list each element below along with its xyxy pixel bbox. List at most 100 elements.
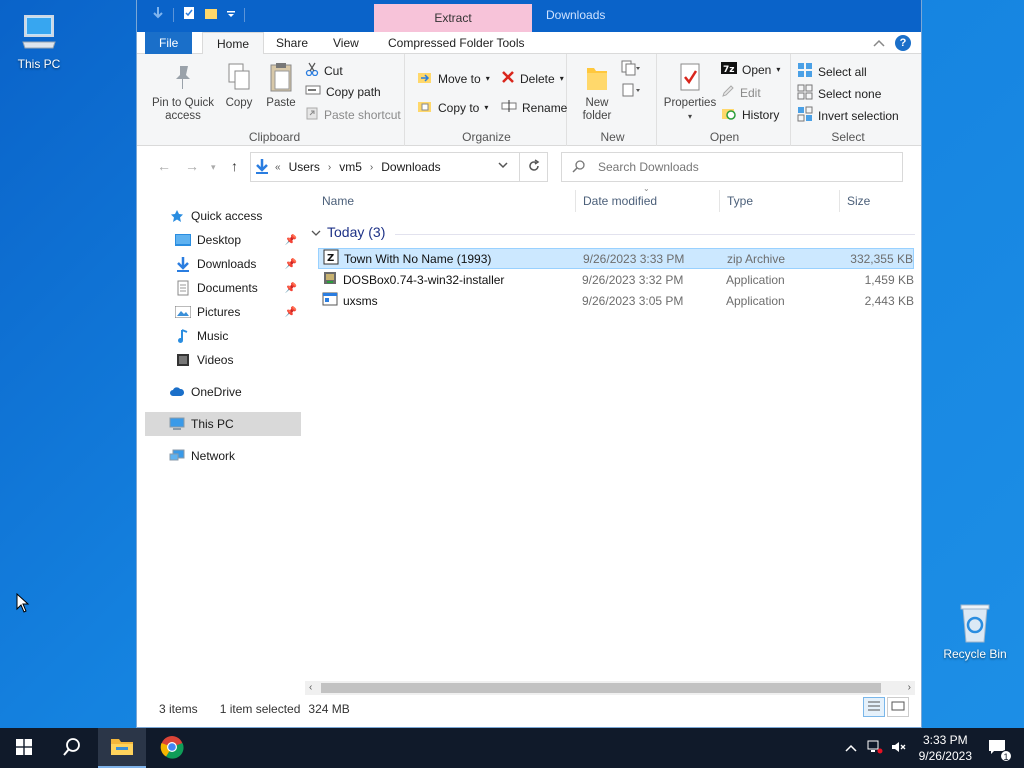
address-bar[interactable]: « Users › vm5 › Downloads [250,152,548,182]
easy-access-button[interactable] [621,82,641,101]
nav-documents[interactable]: Documents 📌 [137,276,305,300]
copy-button[interactable]: Copy [219,60,259,110]
column-header-size[interactable]: Size [847,194,870,208]
pin-icon[interactable]: 📌 [285,307,297,318]
breadcrumb-vm5[interactable]: vm5 [339,160,362,174]
horizontal-scrollbar[interactable]: ‹ › [305,681,915,695]
desktop-icon-label: This PC [17,57,61,71]
desktop-icon-this-pc[interactable]: This PC [4,10,74,71]
rename-button[interactable]: Rename [501,99,567,116]
move-to-button[interactable]: Move to ▾ [417,70,490,87]
nav-quick-access[interactable]: Quick access [137,204,305,228]
desktop-icon-label: Recycle Bin [943,647,1007,661]
invert-selection-button[interactable]: Invert selection [797,106,899,125]
qat-dropdown-icon[interactable] [226,8,236,22]
tab-home[interactable]: Home [202,32,265,55]
nav-pictures[interactable]: Pictures 📌 [137,300,305,324]
taskbar-file-explorer[interactable] [98,728,146,768]
breadcrumb-users[interactable]: Users [289,160,320,174]
tab-file[interactable]: File [145,32,193,54]
delete-button[interactable]: Delete ▾ [501,70,564,87]
search-input[interactable]: Search Downloads [598,160,699,174]
desktop-icon-recycle-bin[interactable]: Recycle Bin [940,600,1010,661]
clock-time: 3:33 PM [922,733,968,747]
nav-onedrive[interactable]: OneDrive [137,380,305,404]
properties-icon [661,60,719,94]
recent-locations-icon[interactable]: ▾ [211,162,216,173]
rename-icon [501,99,517,116]
tab-view[interactable]: View [319,32,373,54]
column-header-name[interactable]: Name [322,194,354,208]
open-group-label: Open [709,130,740,144]
nav-this-pc[interactable]: This PC [145,412,301,436]
nav-downloads[interactable]: Downloads 📌 [137,252,305,276]
column-header-type[interactable]: Type [727,194,753,208]
properties-button[interactable]: Properties ▾ [661,60,719,123]
file-row-town-with-no-name[interactable]: Z Town With No Name (1993) 9/26/2023 3:3… [318,248,914,269]
tab-extract[interactable]: Extract [374,4,532,32]
copy-to-button[interactable]: Copy to ▾ [417,99,488,116]
new-folder-button[interactable]: New folder [575,60,619,123]
help-icon[interactable]: ? [895,35,911,51]
tab-compressed-folder-tools[interactable]: Compressed Folder Tools [374,32,539,54]
new-item-button[interactable] [621,60,641,79]
properties-qat-icon[interactable] [182,6,196,23]
file-row-uxsms[interactable]: uxsms 9/26/2023 3:05 PM Application 2,44… [318,290,914,311]
edit-button[interactable]: Edit [721,84,761,101]
forward-arrow-icon[interactable]: → [185,158,199,174]
copy-path-button[interactable]: Copy path [305,84,381,99]
group-header-today[interactable]: Today (3) [311,224,385,240]
refresh-button[interactable] [519,152,548,182]
network-status-icon[interactable] [867,740,883,757]
clock-date: 9/26/2023 [918,749,972,763]
copy-icon [219,60,259,94]
volume-muted-icon[interactable] [891,740,907,757]
status-bar: 3 items 1 item selected 324 MB [137,700,921,718]
search-box[interactable]: Search Downloads [561,152,903,182]
history-button[interactable]: History [721,106,779,123]
collapse-ribbon-icon[interactable] [873,36,885,50]
paste-button[interactable]: Paste [261,60,301,110]
new-folder-qat-icon[interactable] [204,6,218,23]
nav-videos[interactable]: Videos [137,348,305,372]
open-button[interactable]: 7z Open ▾ [721,62,780,77]
pin-icon[interactable]: 📌 [285,283,297,294]
column-header-date[interactable]: Date modified [583,194,657,208]
ribbon: Pin to Quick access Copy Paste Cut Copy … [137,54,921,146]
tab-share[interactable]: Share [262,32,322,54]
breadcrumb-overflow-icon[interactable]: « [275,162,281,173]
clock[interactable]: 3:33 PM 9/26/2023 [919,732,972,764]
address-dropdown-icon[interactable] [497,159,509,174]
zip-archive-icon: Z [323,249,339,268]
nav-network[interactable]: Network [137,444,305,468]
cut-button[interactable]: Cut [305,62,343,79]
search-button[interactable] [48,728,96,768]
breadcrumb-separator-icon[interactable]: › [328,162,331,173]
nav-desktop[interactable]: Desktop 📌 [137,228,305,252]
start-button[interactable] [0,728,48,768]
back-arrow-icon[interactable]: ← [157,158,171,174]
breadcrumb-downloads[interactable]: Downloads [381,160,440,174]
scrollbar-thumb[interactable] [321,683,881,693]
taskbar-chrome[interactable] [148,728,196,768]
paste-shortcut-button[interactable]: Paste shortcut [305,106,401,123]
scroll-right-icon[interactable]: › [908,681,911,695]
pin-icon[interactable]: 📌 [285,259,297,270]
navigation-bar: ← → ▾ ↑ « Users › vm5 › Downloads Search… [137,152,921,182]
nav-music[interactable]: Music [137,324,305,348]
details-view-button[interactable] [863,697,885,717]
scroll-left-icon[interactable]: ‹ [309,681,312,695]
pin-icon[interactable]: 📌 [285,235,297,246]
notification-center-icon[interactable]: 1 [988,739,1012,762]
show-hidden-icons-icon[interactable] [845,741,857,755]
pin-to-quick-access-button[interactable]: Pin to Quick access [149,60,217,123]
easy-access-icon [621,82,641,101]
invert-selection-icon [797,106,813,125]
breadcrumb-separator-icon[interactable]: › [370,162,373,173]
large-icons-view-button[interactable] [887,697,909,717]
up-arrow-icon[interactable]: ↑ [231,158,238,174]
select-none-button[interactable]: Select none [797,84,881,103]
new-group-label: New [600,130,625,144]
select-all-button[interactable]: Select all [797,62,867,81]
file-row-dosbox-installer[interactable]: DOSBox0.74-3-win32-installer 9/26/2023 3… [318,269,914,290]
